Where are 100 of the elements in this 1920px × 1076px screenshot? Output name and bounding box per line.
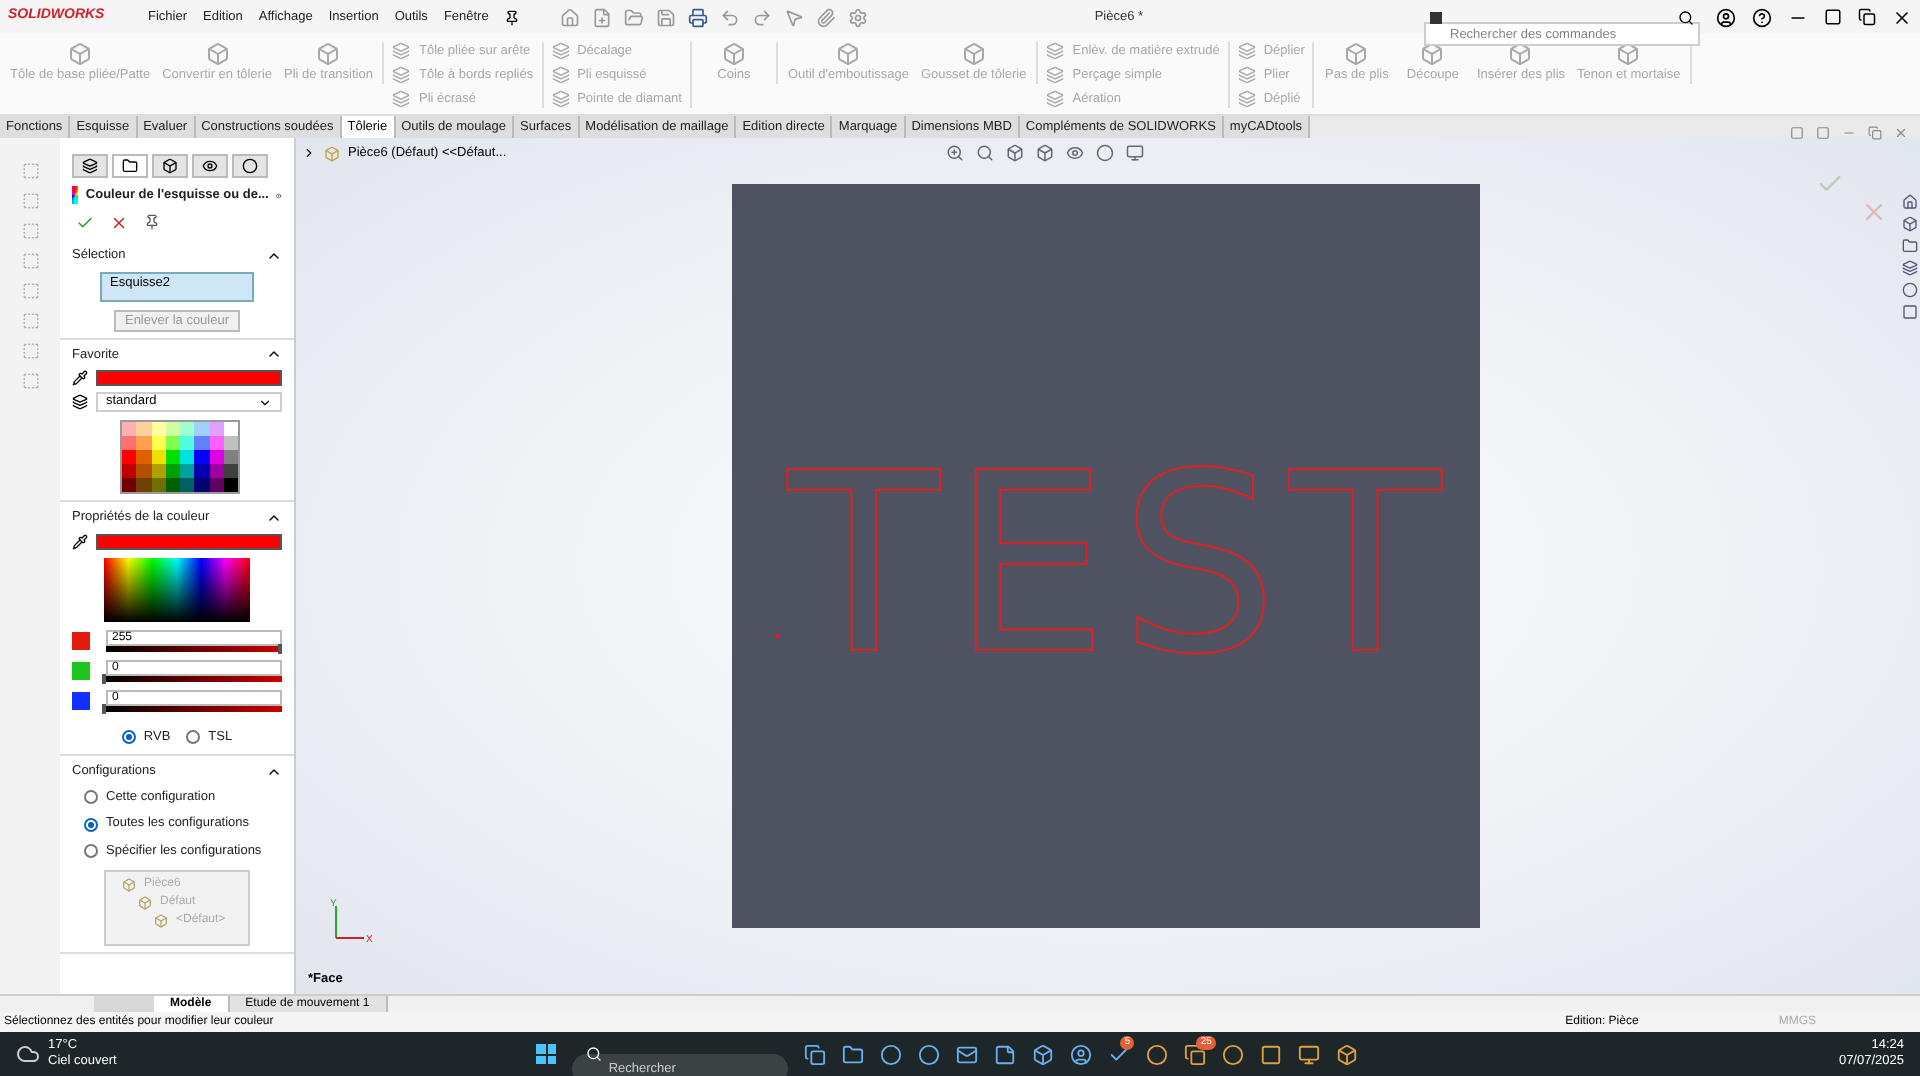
taskbar-app-icon[interactable] xyxy=(994,1043,1017,1065)
task-pane-icon[interactable] xyxy=(1902,216,1918,232)
sketch-text: TEST xyxy=(788,442,1454,690)
tool-icon xyxy=(1046,42,1065,61)
color-icon xyxy=(72,186,78,205)
tree-node-icon xyxy=(154,913,168,928)
panel-tab[interactable] xyxy=(72,154,108,178)
radio-button[interactable] xyxy=(186,730,201,745)
channel-slider[interactable] xyxy=(106,676,282,682)
radio-button[interactable] xyxy=(84,789,98,804)
home-icon[interactable] xyxy=(560,7,581,27)
view-tool-icon[interactable] xyxy=(1096,144,1114,162)
taskbar-app-icon[interactable] xyxy=(1146,1043,1169,1065)
radio-button[interactable] xyxy=(84,844,98,859)
tool-icon xyxy=(1420,42,1445,66)
new-file-icon[interactable] xyxy=(592,7,613,27)
help-icon[interactable] xyxy=(1752,7,1772,27)
tool-icon xyxy=(205,42,230,66)
restore-icon[interactable] xyxy=(1858,8,1876,26)
view-tool-icon[interactable] xyxy=(976,144,994,162)
layout-icon[interactable] xyxy=(1824,8,1842,26)
tool-icon xyxy=(392,42,411,61)
task-pane-icon[interactable] xyxy=(1902,260,1918,276)
tool-icon xyxy=(1508,42,1533,66)
taskbar-app-icon[interactable] xyxy=(880,1043,903,1065)
tool-icon xyxy=(721,42,746,66)
panel-tab[interactable] xyxy=(232,154,268,178)
radio-button[interactable] xyxy=(121,730,136,745)
taskbar-app-icon[interactable] xyxy=(956,1043,979,1065)
terminal-icon xyxy=(1430,11,1442,23)
taskbar-app-icon[interactable] xyxy=(1032,1043,1055,1065)
eye-icon xyxy=(202,158,218,174)
tool-icon xyxy=(551,89,570,108)
task-pane-icon[interactable] xyxy=(1902,238,1918,254)
tool-icon xyxy=(1046,66,1065,85)
undo-icon[interactable] xyxy=(720,7,741,27)
search-icon xyxy=(586,1046,603,1062)
color-palette[interactable] xyxy=(120,420,240,495)
weather-icon xyxy=(16,1042,40,1066)
tool-icon xyxy=(551,42,570,61)
eyedropper-icon[interactable] xyxy=(72,534,88,550)
panel-tab[interactable] xyxy=(192,154,228,178)
tool-icon xyxy=(1344,42,1369,66)
taskbar-app-icon[interactable] xyxy=(1184,1043,1207,1065)
view-tool-icon[interactable] xyxy=(946,144,964,162)
tool-icon xyxy=(1046,89,1065,108)
tree-node-icon xyxy=(122,877,136,892)
taskbar-app-icon[interactable] xyxy=(842,1043,865,1065)
close-icon[interactable] xyxy=(1892,7,1912,27)
taskbar-app-icon[interactable] xyxy=(918,1043,941,1065)
cancel-icon[interactable] xyxy=(110,213,128,232)
ok-icon[interactable] xyxy=(76,213,94,232)
tool-icon xyxy=(1237,66,1256,85)
panel-tab[interactable] xyxy=(112,154,148,178)
tool-icon xyxy=(392,89,411,108)
open-folder-icon[interactable] xyxy=(624,7,645,27)
tool-icon xyxy=(836,42,861,66)
tool-icon xyxy=(551,66,570,85)
taskbar-app-icon[interactable] xyxy=(804,1043,827,1065)
tool-icon xyxy=(1237,89,1256,108)
start-icon[interactable] xyxy=(536,1044,557,1064)
tool-icon xyxy=(1237,42,1256,61)
paperclip-icon[interactable] xyxy=(816,7,837,27)
layers-icon xyxy=(82,158,98,174)
taskbar-app-icon[interactable] xyxy=(1298,1043,1321,1065)
channel-slider[interactable] xyxy=(106,646,282,652)
cube-icon xyxy=(162,158,178,174)
view-tool-icon[interactable] xyxy=(1126,144,1144,162)
user-icon[interactable] xyxy=(1716,7,1736,27)
save-icon[interactable] xyxy=(656,7,677,27)
color-spectrum[interactable] xyxy=(104,558,250,622)
circle-icon xyxy=(242,158,258,174)
redo-icon[interactable] xyxy=(752,7,773,27)
tool-icon xyxy=(316,42,341,66)
taskbar-app-icon[interactable] xyxy=(1336,1043,1359,1065)
view-tool-icon[interactable] xyxy=(1066,144,1084,162)
part-icon xyxy=(324,145,340,162)
tool-icon xyxy=(68,42,93,66)
tool-icon xyxy=(392,66,411,85)
palette-icon[interactable] xyxy=(72,394,88,411)
pin-icon[interactable] xyxy=(504,9,521,25)
taskbar-app-icon[interactable] xyxy=(1222,1043,1245,1065)
dropdown-icon xyxy=(258,395,272,410)
pointer-icon[interactable] xyxy=(784,7,805,27)
tool-icon xyxy=(1616,42,1641,66)
settings-icon[interactable] xyxy=(848,7,869,27)
channel-slider[interactable] xyxy=(106,706,282,712)
search-icon[interactable] xyxy=(1678,9,1694,25)
print-icon[interactable] xyxy=(688,7,709,27)
eyedropper-icon[interactable] xyxy=(72,370,88,387)
tree-node-icon xyxy=(138,895,152,910)
taskbar-app-icon[interactable] xyxy=(1260,1043,1283,1065)
view-tool-icon[interactable] xyxy=(1006,144,1024,162)
panel-tab[interactable] xyxy=(152,154,188,178)
radio-button[interactable] xyxy=(84,817,98,832)
expand-icon[interactable] xyxy=(302,146,316,161)
taskbar-app-icon[interactable] xyxy=(1070,1043,1093,1065)
task-pane-icon[interactable] xyxy=(1902,194,1918,210)
view-tool-icon[interactable] xyxy=(1036,144,1054,162)
pin-icon[interactable] xyxy=(144,213,160,230)
